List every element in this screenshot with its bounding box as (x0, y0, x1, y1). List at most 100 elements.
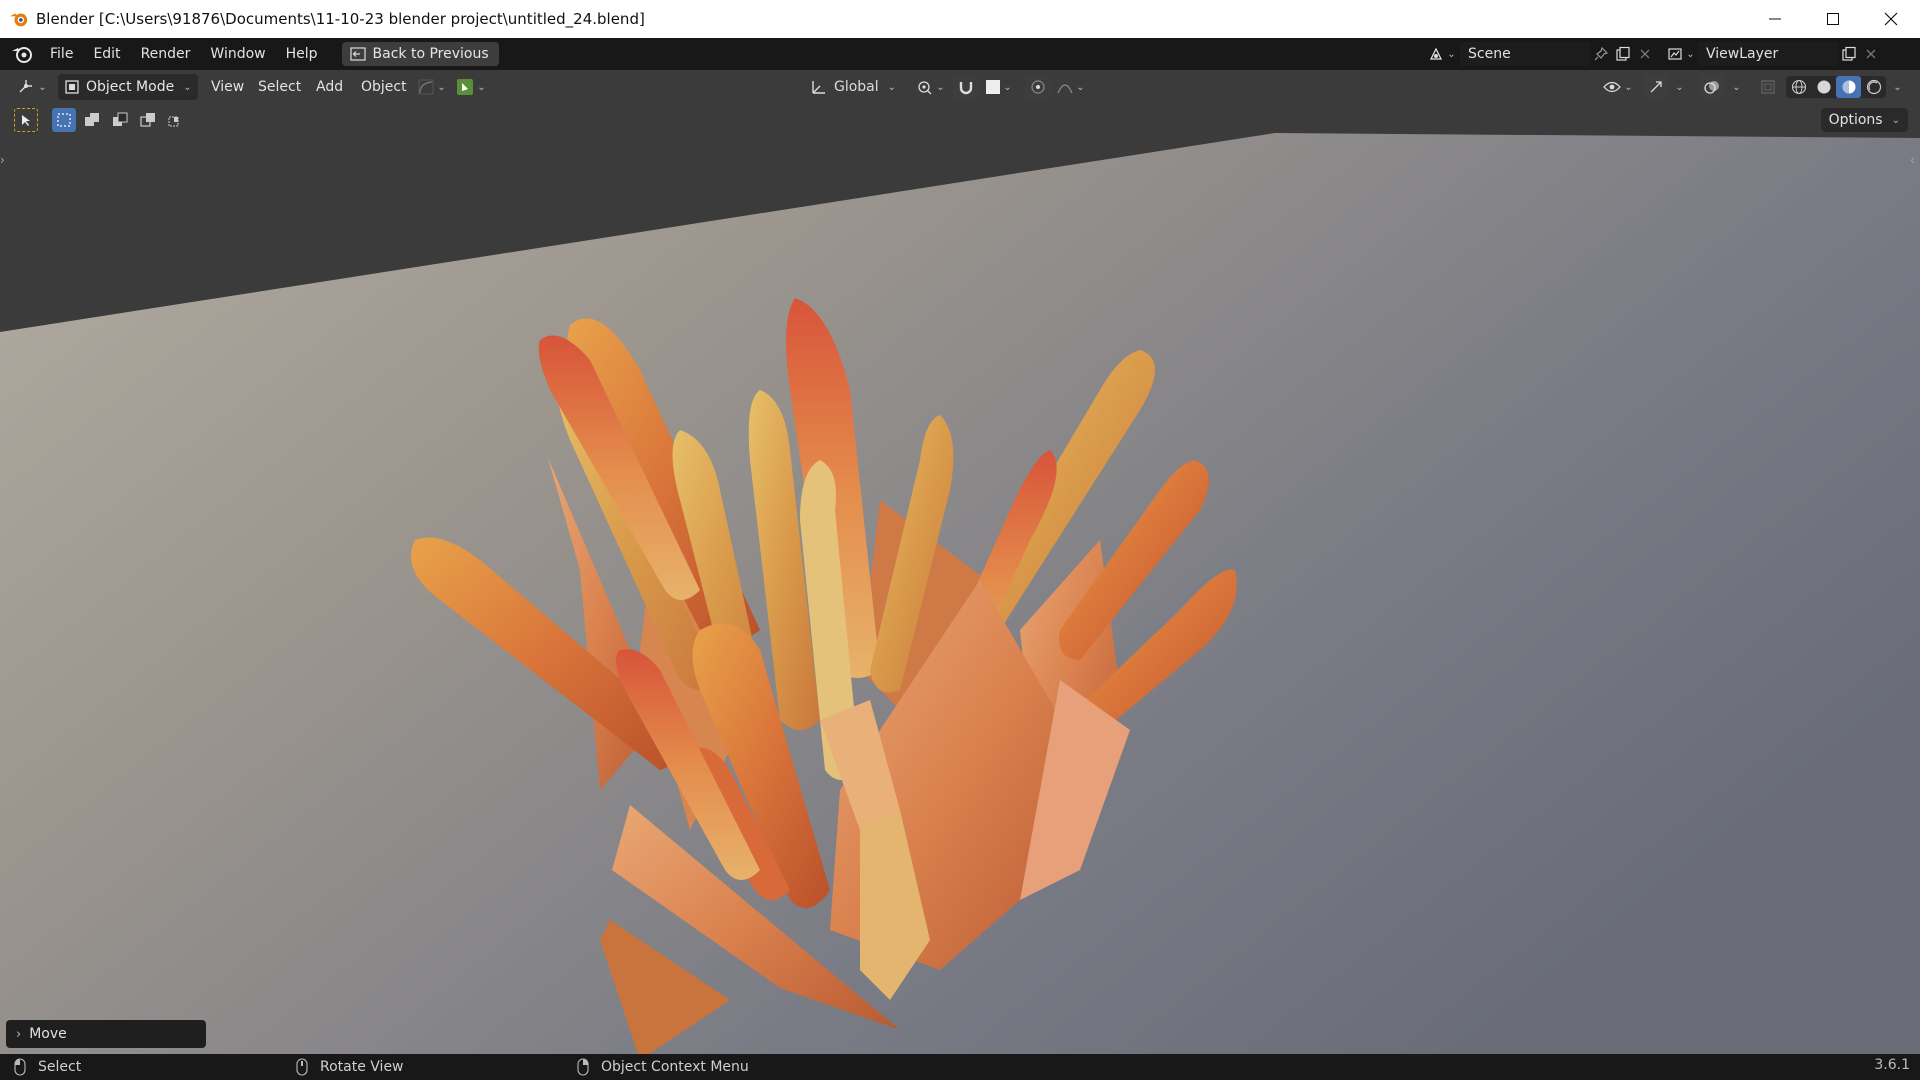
tool-settings-row (14, 106, 188, 134)
menu-edit[interactable]: Edit (83, 42, 130, 66)
select-new-icon (57, 113, 71, 127)
snap-element-button[interactable]: ⌄ (982, 74, 1016, 100)
chevron-down-icon: ⌄ (1891, 114, 1900, 126)
transform-orientation-dropdown[interactable]: Global ⌄ (805, 74, 901, 100)
snap-target-button[interactable]: ⌄ (452, 74, 490, 100)
scene-name-field[interactable]: Scene (1460, 42, 1590, 66)
xray-icon (1761, 80, 1775, 94)
transform-affect-button[interactable]: ⌄ (414, 74, 450, 100)
orientation-gizmo-icon (812, 81, 825, 94)
duplicate-icon (1842, 46, 1856, 61)
wireframe-shading-button[interactable] (1786, 76, 1811, 98)
chevron-down-icon: ⌄ (1893, 81, 1902, 93)
editor-type-button[interactable]: ⌄ (14, 74, 50, 100)
curve-icon (418, 79, 434, 95)
new-view-layer-button[interactable] (1838, 43, 1860, 65)
select-mode-intersect-button[interactable] (164, 108, 188, 132)
gizmo-icon (1650, 81, 1662, 93)
material-sphere-icon (1842, 80, 1855, 94)
delete-view-layer-button[interactable] (1860, 43, 1882, 65)
new-scene-button[interactable] (1612, 43, 1634, 65)
active-tool-button[interactable] (14, 108, 38, 132)
solid-shading-button[interactable] (1811, 76, 1836, 98)
viewport-header: ⌄ Object Mode ⌄ View Select Add Object ⌄… (0, 70, 1920, 104)
rendered-shading-button[interactable] (1861, 76, 1886, 98)
mouse-left-button-icon (14, 1058, 26, 1076)
chevron-down-icon: ⌄ (38, 81, 47, 93)
menu-render[interactable]: Render (131, 42, 201, 66)
overlays-dropdown[interactable]: ⌄ (1727, 74, 1743, 100)
snap-increment-icon (986, 80, 1001, 94)
xray-toggle-button[interactable] (1756, 74, 1780, 100)
last-operator-panel[interactable]: › Move (6, 1020, 206, 1048)
blender-logo-icon[interactable] (10, 42, 34, 66)
pin-icon (1594, 46, 1609, 61)
chevron-down-icon: ⌄ (1732, 81, 1741, 93)
pin-scene-button[interactable] (1590, 43, 1612, 65)
menu-file[interactable]: File (40, 42, 83, 66)
select-mode-extend-button[interactable] (80, 108, 104, 132)
select-intersect-icon (168, 116, 179, 127)
menu-window[interactable]: Window (200, 42, 275, 66)
proportional-falloff-button[interactable]: ⌄ (1053, 74, 1089, 100)
overlays-toggle-button[interactable] (1699, 74, 1725, 100)
magnet-icon (959, 82, 973, 95)
scene-browse-button[interactable]: ⌄ (1424, 43, 1460, 65)
viewport-menu-select[interactable]: Select (252, 74, 307, 100)
blender-app-icon (9, 13, 28, 27)
orientation-label: Global (833, 79, 879, 95)
options-dropdown[interactable]: Options ⌄ (1820, 108, 1908, 132)
proportional-edit-icon (1031, 80, 1045, 94)
object-mode-label: Object Mode (86, 79, 175, 95)
shading-dropdown[interactable]: ⌄ (1888, 74, 1904, 100)
selectability-visibility-button[interactable]: ⌄ (1600, 74, 1636, 100)
delete-scene-button[interactable] (1634, 43, 1656, 65)
status-middle-click: Rotate View (296, 1057, 404, 1077)
window-title: Blender [C:\Users\91876\Documents\11-10-… (36, 10, 645, 28)
falloff-curve-icon (1057, 84, 1073, 94)
mouse-middle-button-icon (296, 1058, 308, 1076)
gizmo-toggle-button[interactable] (1643, 74, 1669, 100)
3d-viewport[interactable]: ⌄ Object Mode ⌄ View Select Add Object ⌄… (0, 70, 1920, 1054)
proportional-editing-button[interactable] (1025, 74, 1051, 100)
select-box-tool-icon (22, 115, 30, 126)
options-label: Options (1828, 112, 1883, 128)
sidebar-expand-arrow[interactable]: ‹ (1910, 153, 1920, 167)
maximize-icon (1827, 13, 1839, 25)
rendered-sphere-icon (1866, 79, 1881, 95)
back-screen-icon (349, 47, 366, 61)
close-button[interactable] (1862, 0, 1920, 38)
back-to-previous-button[interactable]: Back to Previous (341, 42, 499, 66)
scene-selector: ⌄ Scene ⌄ ViewLayer (1424, 42, 1882, 66)
last-operator-label: Move (29, 1026, 67, 1042)
object-mode-icon (65, 80, 79, 94)
pivot-icon (918, 81, 932, 95)
status-left-click-label: Select (38, 1059, 82, 1075)
chevron-down-icon: ⌄ (887, 81, 897, 93)
pivot-point-button[interactable]: ⌄ (912, 74, 948, 100)
view-layer-browse-button[interactable]: ⌄ (1664, 43, 1698, 65)
select-mode-subtract-button[interactable] (108, 108, 132, 132)
viewport-menu-object[interactable]: Object (355, 74, 413, 100)
toolbar-expand-arrow[interactable]: › (0, 153, 10, 167)
status-left-click: Select (14, 1057, 81, 1077)
chevron-down-icon: ⌄ (477, 81, 486, 93)
view-layer-field[interactable]: ViewLayer (1698, 42, 1838, 66)
select-mode-invert-button[interactable] (136, 108, 160, 132)
select-mode-new-button[interactable] (52, 108, 76, 132)
eye-icon (1603, 81, 1622, 93)
viewport-menu-add[interactable]: Add (310, 74, 349, 100)
object-mode-dropdown[interactable]: Object Mode ⌄ (58, 74, 198, 100)
viewport-menu-view[interactable]: View (205, 74, 250, 100)
maximize-button[interactable] (1804, 0, 1862, 38)
chevron-down-icon: ⌄ (1675, 81, 1684, 93)
gizmo-dropdown[interactable]: ⌄ (1670, 74, 1686, 100)
minimize-button[interactable] (1746, 0, 1804, 38)
duplicate-icon (1616, 46, 1630, 61)
material-preview-shading-button[interactable] (1836, 76, 1861, 98)
snap-toggle-button[interactable] (953, 74, 979, 100)
menu-help[interactable]: Help (276, 42, 328, 66)
x-icon (1866, 49, 1876, 59)
mouse-right-button-icon (577, 1058, 589, 1076)
3d-viewport-icon (19, 80, 33, 93)
